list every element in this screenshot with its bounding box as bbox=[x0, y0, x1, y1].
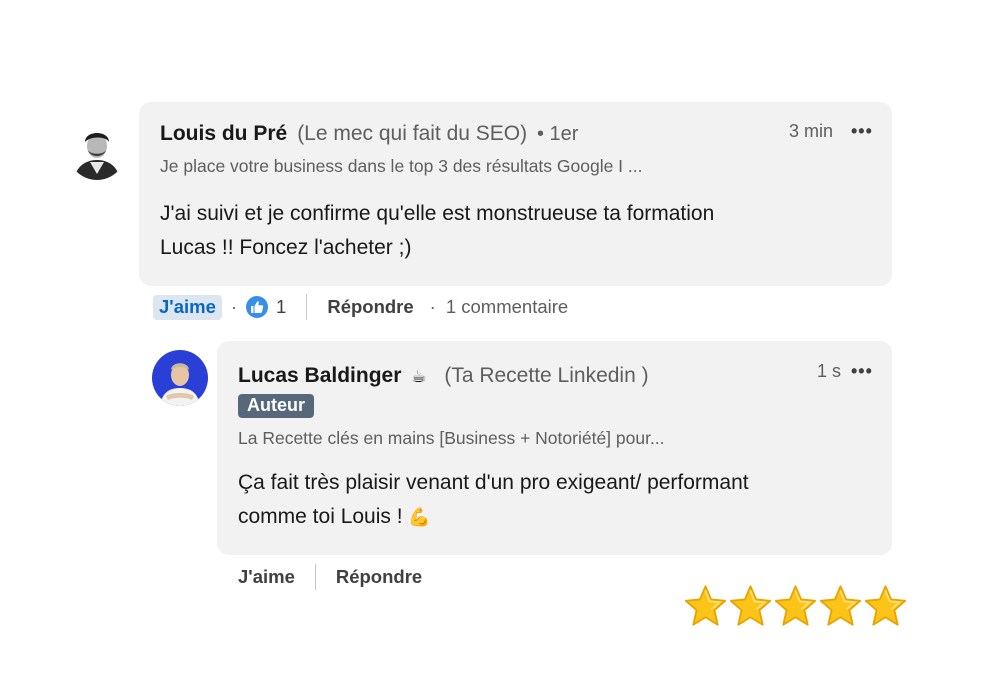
coffee-emoji-icon: ☕ bbox=[411, 367, 427, 386]
comment-actions: J'aime · 1 Répondre · 1 commentaire bbox=[153, 292, 568, 322]
reply-actions: J'aime Répondre bbox=[238, 562, 422, 592]
comment-author-headline: Je place votre business dans le top 3 de… bbox=[160, 156, 643, 176]
reply-author-name[interactable]: Lucas Baldinger bbox=[238, 364, 401, 387]
reply-body-line: comme toi Louis ! bbox=[238, 505, 403, 528]
comment-body-line: J'ai suivi et je confirme qu'elle est mo… bbox=[160, 202, 715, 225]
reply-author-headline: La Recette clés en mains [Business + Not… bbox=[238, 428, 665, 448]
star-icon bbox=[819, 585, 862, 626]
reply-body: Ça fait très plaisir venant d'un pro exi… bbox=[238, 466, 749, 534]
comment-body: J'ai suivi et je confirme qu'elle est mo… bbox=[160, 197, 714, 265]
star-icon bbox=[774, 585, 817, 626]
more-options-icon[interactable]: ••• bbox=[851, 121, 873, 142]
replies-count-link[interactable]: 1 commentaire bbox=[446, 296, 568, 318]
lucas-avatar-image bbox=[152, 350, 208, 406]
comment-thread: Louis du Pré (Le mec qui fait du SEO) • 1… bbox=[0, 0, 983, 698]
reply-button[interactable]: Répondre bbox=[327, 296, 413, 318]
reply-button[interactable]: Répondre bbox=[336, 566, 422, 588]
star-rating bbox=[683, 584, 908, 628]
reply-body-line: Ça fait très plaisir venant d'un pro exi… bbox=[238, 471, 749, 494]
flexed-biceps-emoji-icon: 💪 bbox=[408, 507, 431, 527]
reply-author-pronoun: (Ta Recette Linkedin ) bbox=[444, 364, 649, 387]
comment-body-line: Lucas !! Foncez l'acheter ;) bbox=[160, 236, 412, 259]
like-button[interactable]: J'aime bbox=[238, 566, 295, 588]
thumbs-up-reaction-icon bbox=[246, 296, 269, 318]
action-divider bbox=[314, 564, 316, 590]
comment-time: 3 min bbox=[789, 121, 834, 141]
louis-avatar[interactable] bbox=[68, 122, 126, 180]
star-icon bbox=[684, 585, 727, 626]
like-button[interactable]: J'aime bbox=[153, 294, 222, 320]
reply-author-line: Lucas Baldinger ☕ (Ta Recette Linkedin ) bbox=[238, 364, 649, 388]
lucas-avatar[interactable] bbox=[152, 350, 208, 406]
louis-avatar-image bbox=[68, 122, 126, 180]
separator-dot: · bbox=[429, 296, 436, 317]
separator-dot: · bbox=[230, 296, 238, 317]
comment-author-line: Louis du Pré (Le mec qui fait du SEO) • 1… bbox=[160, 122, 578, 146]
star-icon bbox=[864, 585, 907, 626]
reply-body-line-wrap: comme toi Louis ! 💪 bbox=[238, 500, 749, 534]
reaction-count[interactable]: 1 bbox=[276, 296, 286, 318]
connection-degree: • 1er bbox=[536, 123, 579, 145]
author-badge: Auteur bbox=[238, 394, 314, 418]
star-icon bbox=[729, 585, 772, 626]
more-options-icon[interactable]: ••• bbox=[851, 361, 873, 382]
action-divider bbox=[306, 294, 308, 320]
comment-author-name[interactable]: Louis du Pré bbox=[160, 122, 287, 145]
reply-time: 1 s bbox=[817, 361, 842, 381]
comment-author-pronoun: (Le mec qui fait du SEO) bbox=[297, 122, 528, 145]
